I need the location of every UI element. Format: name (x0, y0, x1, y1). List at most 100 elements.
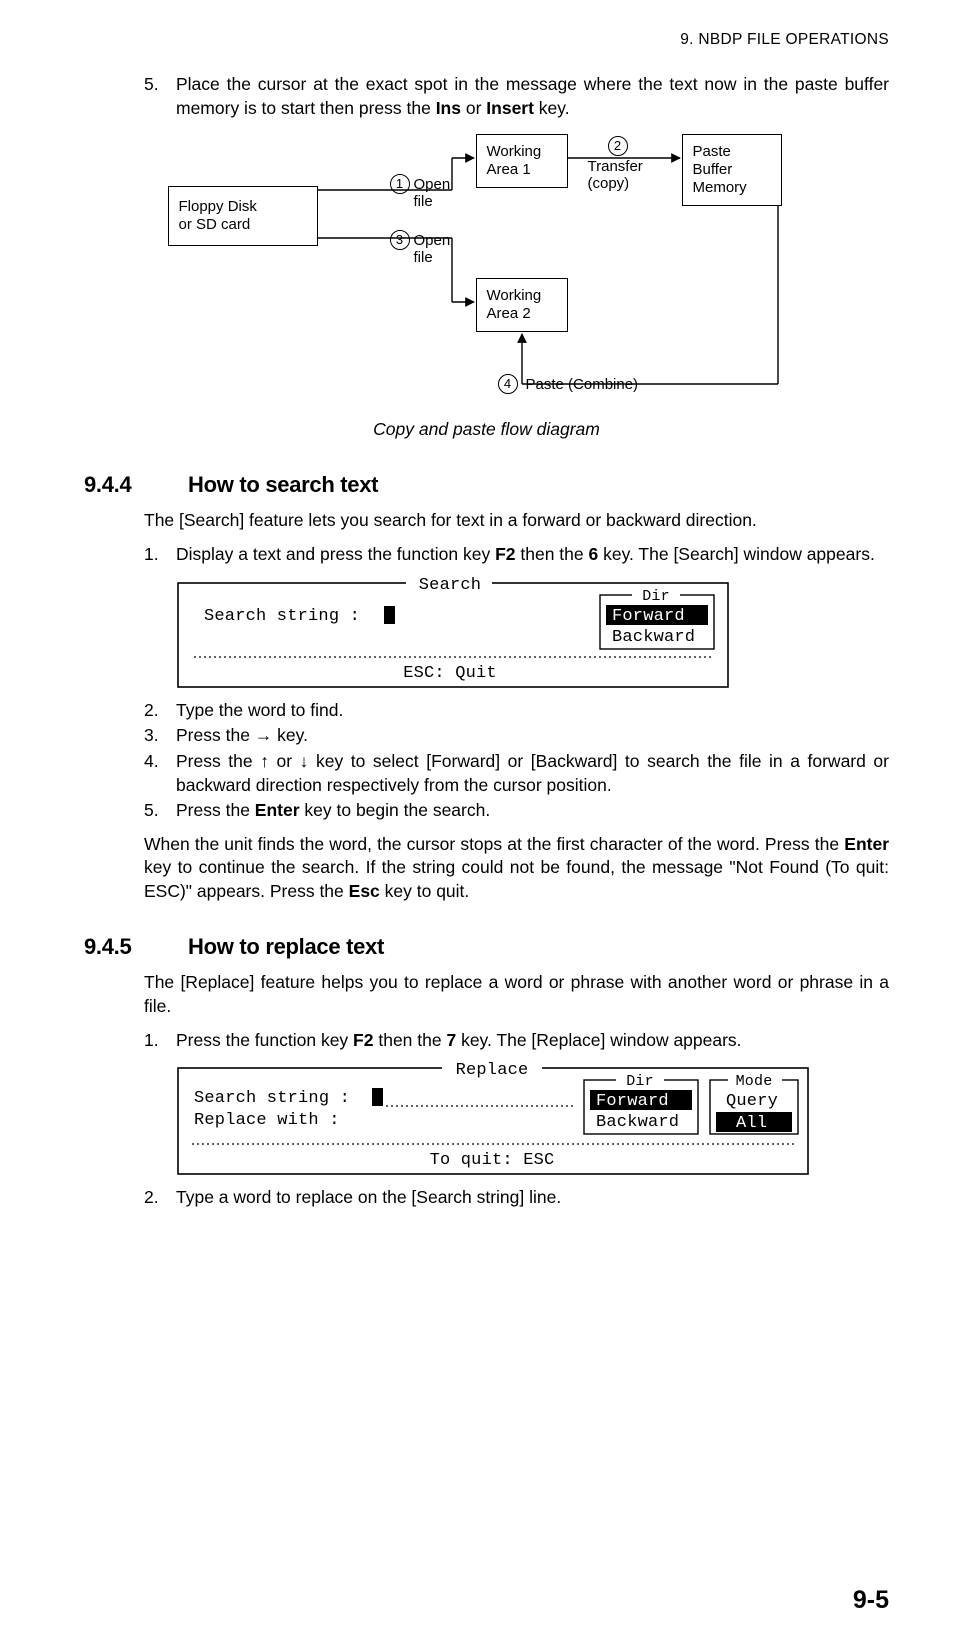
search-dialog: Search Dir Forward Backward Search strin… (174, 573, 889, 691)
box-paste-buffer: Paste Buffer Memory (682, 134, 782, 206)
label: Working Area 1 (487, 143, 542, 178)
dir-title: Dir (626, 1073, 654, 1090)
section-944-heading: 9.4.4 How to search text (84, 470, 889, 500)
section-945-heading: 9.4.5 How to replace text (84, 932, 889, 962)
step-text: Type the word to find. (176, 699, 889, 723)
step-text: Press the function key F2 then the 7 key… (176, 1029, 889, 1053)
section-number: 9.4.4 (84, 470, 188, 500)
step-5-text: Place the cursor at the exact spot in th… (176, 73, 889, 120)
text: Press the (176, 800, 255, 820)
dir-title: Dir (642, 588, 670, 605)
step-944-2: 2. Type the word to find. (144, 699, 889, 723)
step-marker-1: 1 (390, 174, 410, 194)
page-header-chapter: 9. NBDP FILE OPERATIONS (84, 30, 889, 51)
key-name: F2 (353, 1030, 373, 1050)
replace-dialog: Replace Dir Forward Backward Mode Query … (174, 1058, 889, 1178)
quit-hint: To quit: ESC (430, 1151, 555, 1170)
label: Working Area 2 (487, 287, 542, 322)
section-title: How to search text (188, 470, 378, 500)
text: Press the function key (176, 1030, 353, 1050)
arrow-icon: ↑ (260, 751, 269, 771)
key-name: F2 (495, 544, 515, 564)
section-intro: The [Replace] feature helps you to repla… (144, 971, 889, 1018)
key-name: Ins (436, 98, 461, 118)
step-5: 5. Place the cursor at the exact spot in… (144, 73, 889, 120)
step-text: Press the → key. (176, 724, 889, 748)
step-945-2: 2. Type a word to replace on the [Search… (144, 1186, 889, 1210)
copy-paste-diagram: Floppy Disk or SD card Working Area 1 Wo… (84, 130, 889, 410)
step-text: Press the ↑ or ↓ key to select [Forward]… (176, 750, 889, 797)
label: Paste Buffer Memory (693, 143, 747, 196)
text: key. (272, 725, 308, 745)
key-name: Enter (255, 800, 300, 820)
text: or (269, 751, 300, 771)
step-text: Display a text and press the function ke… (176, 543, 889, 567)
search-string-label: Search string : (194, 1089, 350, 1108)
label-open-file: Open file (414, 176, 451, 211)
step-text: Type a word to replace on the [Search st… (176, 1186, 889, 1210)
list-number: 2. (144, 699, 176, 723)
dialog-title: Replace (456, 1061, 529, 1080)
step-944-5: 5. Press the Enter key to begin the sear… (144, 799, 889, 823)
circled-number: 2 (608, 136, 628, 156)
label: Floppy Disk or SD card (179, 198, 257, 234)
option-forward: Forward (596, 1092, 669, 1111)
list-number: 1. (144, 1029, 176, 1053)
list-number: 1. (144, 543, 176, 567)
section-intro: The [Search] feature lets you search for… (144, 509, 889, 533)
arrow-icon: → (255, 725, 273, 745)
label-open-file-2: Open file (414, 232, 451, 267)
step-945-1: 1. Press the function key F2 then the 7 … (144, 1029, 889, 1053)
step-marker-4: 4 (498, 374, 518, 394)
text: key to continue the search. If the strin… (144, 857, 889, 901)
list-number: 5. (144, 73, 176, 120)
text: Display a text and press the function ke… (176, 544, 495, 564)
esc-hint: ESC: Quit (403, 664, 497, 683)
box-working-area-2: Working Area 2 (476, 278, 568, 332)
step-marker-3: 3 (390, 230, 410, 250)
key-name: 6 (588, 544, 598, 564)
replace-with-label: Replace with : (194, 1111, 340, 1130)
text: key to quit. (380, 881, 470, 901)
page-number: 9-5 (853, 1584, 889, 1618)
text: key to begin the search. (300, 800, 491, 820)
box-floppy: Floppy Disk or SD card (168, 186, 318, 246)
section-post-text: When the unit finds the word, the cursor… (144, 833, 889, 904)
option-query: Query (726, 1092, 778, 1111)
diagram-caption: Copy and paste flow diagram (84, 418, 889, 442)
option-backward: Backward (596, 1113, 679, 1132)
list-number: 2. (144, 1186, 176, 1210)
key-name: Enter (844, 834, 889, 854)
option-all: All (736, 1114, 767, 1133)
section-number: 9.4.5 (84, 932, 188, 962)
text: or (461, 98, 486, 118)
option-backward: Backward (612, 628, 695, 647)
text: then the (373, 1030, 446, 1050)
step-marker-2: 2 (608, 136, 628, 156)
text: then the (516, 544, 589, 564)
key-name: Esc (349, 881, 380, 901)
step-944-4: 4. Press the ↑ or ↓ key to select [Forwa… (144, 750, 889, 797)
step-text: Press the Enter key to begin the search. (176, 799, 889, 823)
circled-number: 1 (390, 174, 410, 194)
label-transfer: Transfer (copy) (588, 158, 643, 193)
list-number: 4. (144, 750, 176, 797)
text: key. The [Search] window appears. (598, 544, 875, 564)
cursor-icon (372, 1088, 383, 1106)
text: Press the (176, 725, 255, 745)
step-944-3: 3. Press the → key. (144, 724, 889, 748)
mode-title: Mode (736, 1073, 773, 1090)
dialog-title: Search (419, 576, 481, 595)
label-paste-combine: Paste (Combine) (526, 376, 639, 393)
cursor-icon (384, 606, 395, 624)
circled-number: 4 (498, 374, 518, 394)
section-title: How to replace text (188, 932, 384, 962)
text: When the unit finds the word, the cursor… (144, 834, 844, 854)
box-working-area-1: Working Area 1 (476, 134, 568, 188)
key-name: Insert (486, 98, 534, 118)
text: Press the (176, 751, 260, 771)
step-944-1: 1. Display a text and press the function… (144, 543, 889, 567)
list-number: 3. (144, 724, 176, 748)
text: key. (534, 98, 570, 118)
text: key. The [Replace] window appears. (456, 1030, 741, 1050)
